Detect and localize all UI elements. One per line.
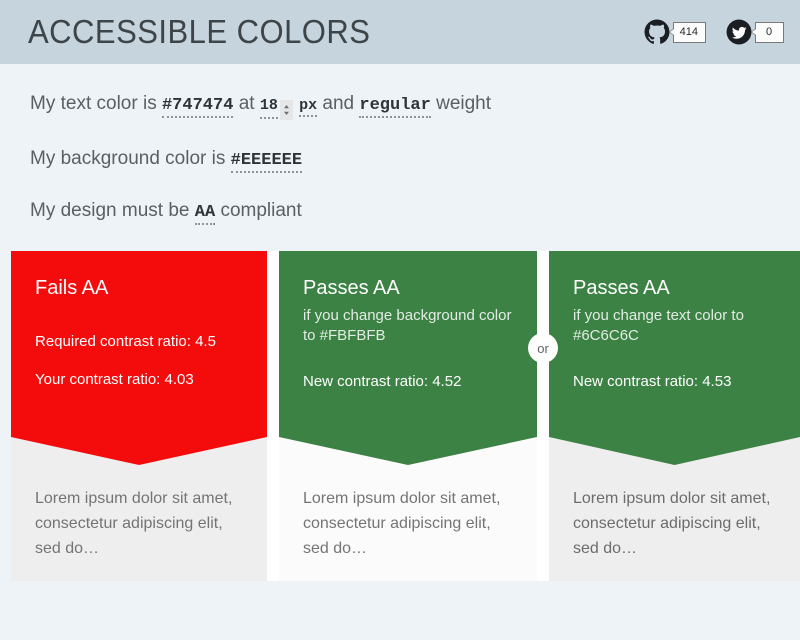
site-header: ACCESSIBLE COLORS 414 0: [0, 0, 800, 64]
conjunction-and: and: [322, 93, 355, 114]
result-suggestion: if you change text color to #6C6C6C: [573, 307, 744, 345]
results-region: Fails AA Required contrast ratio: 4.5 Yo…: [0, 251, 800, 582]
text-color-sentence: My text color is #747474 at 18 px and re…: [30, 92, 772, 120]
result-card-fail: Fails AA Required contrast ratio: 4.5 Yo…: [11, 251, 267, 582]
compliance-level-sentence: My design must be AA compliant: [30, 199, 772, 225]
compliance-level-select[interactable]: AA: [194, 203, 216, 225]
text-color-input[interactable]: #747474: [161, 96, 234, 118]
result-card-pass-background: Passes AA if you change background color…: [279, 251, 537, 582]
result-suggestion: if you change background color to #FBFBF…: [303, 307, 512, 345]
page-title: ACCESSIBLE COLORS: [28, 13, 371, 50]
font-size-unit: px: [299, 97, 318, 117]
preview-text: Lorem ipsum dolor sit amet, consectetur …: [35, 490, 233, 557]
result-band-pass-background: Passes AA if you change background color…: [279, 251, 537, 466]
github-link[interactable]: 414: [644, 19, 706, 45]
background-color-sentence: My background color is #EEEEEE: [30, 147, 772, 173]
preview-text: Lorem ipsum dolor sit amet, consectetur …: [573, 490, 771, 557]
font-weight-input[interactable]: regular: [359, 96, 431, 118]
github-icon[interactable]: [644, 19, 670, 45]
font-size-stepper[interactable]: 18: [259, 97, 294, 120]
result-status: Passes AA: [573, 277, 670, 300]
new-ratio: New contrast ratio: 4.53: [573, 372, 732, 390]
twitter-count: 0: [751, 21, 784, 43]
card-divider-right: or: [528, 251, 558, 582]
text-color-suffix: weight: [436, 93, 492, 114]
notch-shape: [11, 437, 267, 466]
result-card-pass-text: Passes AA if you change text color to #6…: [549, 251, 800, 582]
text-color-prefix: My text color is: [30, 93, 157, 114]
card-divider-left: [267, 251, 279, 582]
text-color-mid: at: [238, 93, 255, 114]
background-color-prefix: My background color is: [30, 147, 226, 169]
twitter-icon[interactable]: [726, 19, 752, 45]
background-color-input[interactable]: #EEEEEE: [230, 150, 303, 173]
compliance-prefix: My design must be: [30, 200, 190, 221]
notch-shape: [549, 437, 800, 466]
result-status: Fails AA: [35, 277, 109, 300]
result-band-pass-text: Passes AA if you change text color to #6…: [549, 251, 800, 466]
required-ratio: Required contrast ratio: 4.5: [35, 333, 216, 351]
new-ratio: New contrast ratio: 4.52: [303, 372, 462, 390]
result-band-fail: Fails AA Required contrast ratio: 4.5 Yo…: [11, 251, 267, 466]
twitter-link[interactable]: 0: [726, 19, 784, 45]
font-size-spinner[interactable]: [279, 99, 293, 120]
compliance-suffix: compliant: [220, 200, 302, 221]
preview-text: Lorem ipsum dolor sit amet, consectetur …: [303, 490, 501, 557]
social-links: 414 0: [644, 19, 784, 45]
github-count: 414: [668, 21, 706, 43]
font-size-input[interactable]: 18: [259, 97, 278, 119]
notch-shape: [279, 437, 537, 466]
or-divider-badge: or: [528, 333, 558, 364]
result-status: Passes AA: [303, 277, 400, 300]
your-ratio: Your contrast ratio: 4.03: [35, 370, 194, 388]
settings-form: My text color is #747474 at 18 px and re…: [0, 64, 800, 225]
